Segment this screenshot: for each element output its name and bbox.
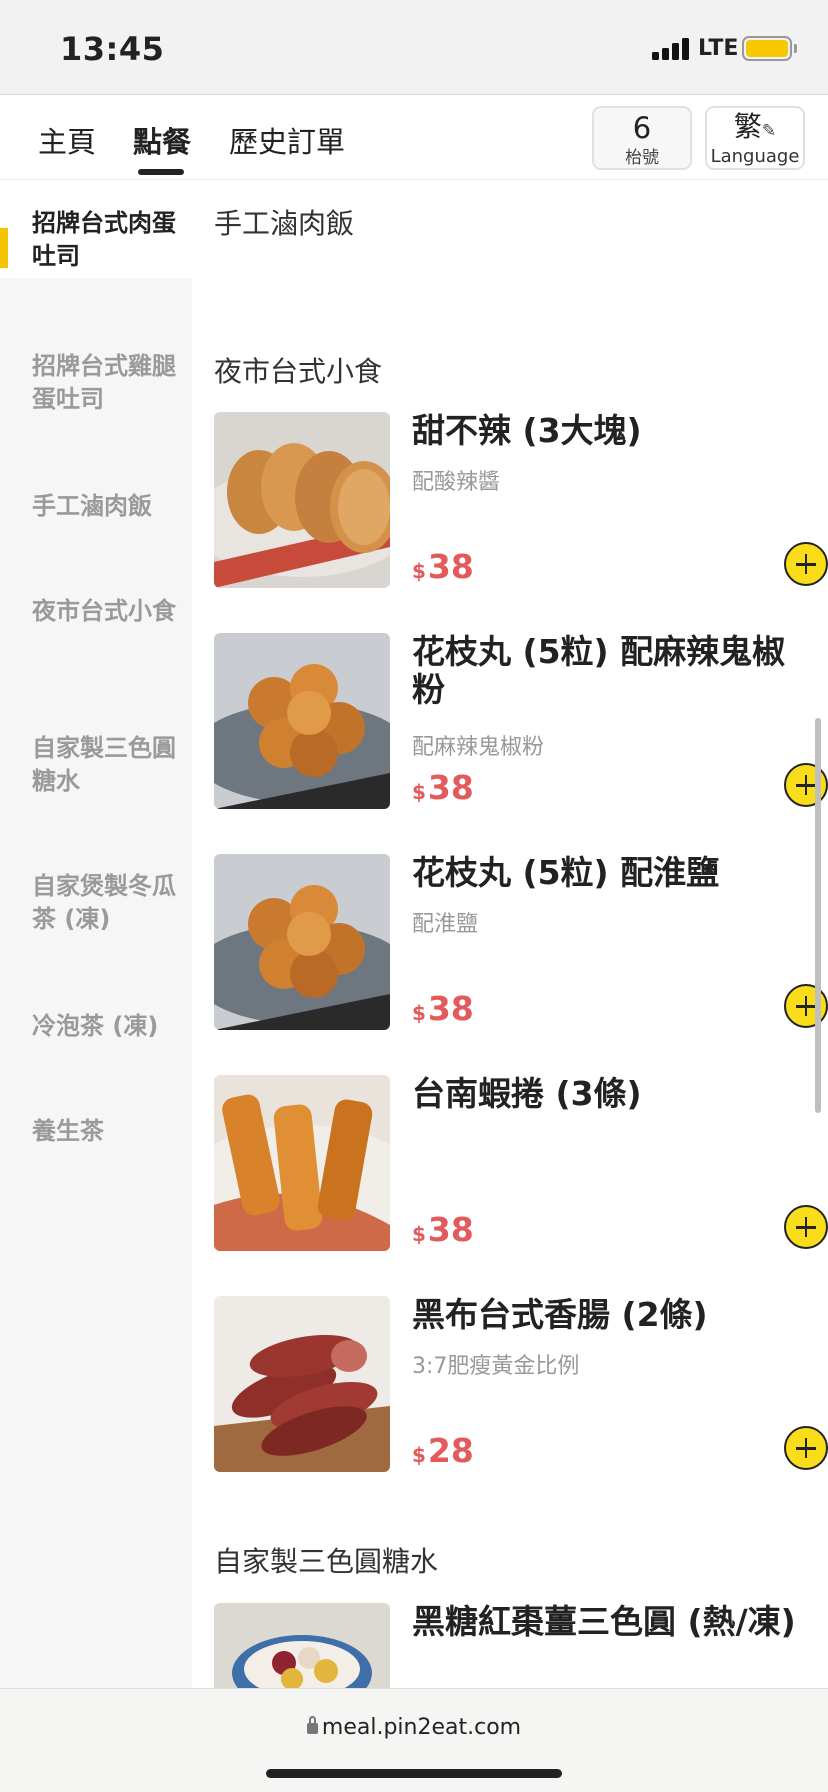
currency: $: [412, 559, 426, 583]
item-price: $28: [412, 1431, 474, 1470]
add-to-cart-button[interactable]: [784, 984, 828, 1028]
sidebar-item-label: 手工滷肉飯: [32, 492, 152, 520]
food-image: [214, 1603, 390, 1688]
sidebar-item-label: 招牌台式雞腿蛋吐司: [32, 352, 176, 413]
price-value: 38: [427, 1210, 474, 1249]
menu-item[interactable]: 黑布台式香腸 (2條) 3:7肥瘦黃金比例 $28: [214, 1295, 828, 1472]
food-image: [214, 1296, 390, 1472]
menu-item[interactable]: 黑糖紅棗薑三色圓 (熱/凍): [214, 1603, 814, 1688]
currency: $: [412, 1001, 426, 1025]
item-description: 配淮鹽: [412, 912, 479, 937]
item-name: 花枝丸 (5粒) 配淮鹽: [412, 853, 720, 892]
sidebar-item-night-market-snacks[interactable]: 夜市台式小食: [0, 595, 192, 628]
lock-icon: [306, 1716, 318, 1734]
item-description: 配酸辣醬: [412, 470, 501, 495]
tab-home[interactable]: 主頁: [38, 119, 96, 161]
language-label: Language: [710, 146, 800, 167]
sidebar-item-signature-pork-egg-toast[interactable]: 招牌台式肉蛋吐司: [0, 180, 192, 278]
item-description: 配麻辣鬼椒粉: [412, 735, 545, 760]
sidebar-item-tricolor-dessert[interactable]: 自家製三色圓糖水: [0, 732, 192, 798]
item-price: $38: [412, 547, 474, 586]
currency: $: [412, 780, 426, 804]
item-price: $38: [412, 1210, 474, 1249]
currency: $: [412, 1222, 426, 1246]
battery-tip: [794, 44, 797, 53]
language-char: 繁: [733, 110, 762, 143]
add-to-cart-button[interactable]: [784, 1426, 828, 1470]
battery-icon: [742, 36, 792, 61]
food-image: [214, 854, 390, 1030]
sidebar-item-health-tea[interactable]: 養生茶: [0, 1115, 192, 1148]
pencil-icon: ✎: [761, 121, 777, 141]
food-image: [214, 412, 390, 588]
item-price: $38: [412, 768, 474, 807]
sidebar-item-braised-pork-rice[interactable]: 手工滷肉飯: [0, 490, 192, 523]
table-number: 6: [632, 111, 652, 145]
sidebar-item-chicken-leg-egg-toast[interactable]: 招牌台式雞腿蛋吐司: [0, 350, 192, 416]
category-sidebar: 招牌台式肉蛋吐司 招牌台式雞腿蛋吐司 手工滷肉飯 夜市台式小食 自家製三色圓糖水…: [0, 180, 192, 1688]
sidebar-item-cold-brew-tea[interactable]: 冷泡茶 (凍): [0, 1010, 192, 1043]
currency: $: [412, 1443, 426, 1467]
sidebar-item-label: 夜市台式小食: [32, 597, 176, 625]
sidebar-item-label: 冷泡茶 (凍): [32, 1012, 159, 1040]
food-image: [214, 1075, 390, 1251]
add-to-cart-button[interactable]: [784, 542, 828, 586]
url-field[interactable]: meal.pin2eat.com: [0, 1715, 828, 1740]
section-title: 自家製三色圓糖水: [214, 1545, 439, 1578]
sidebar-item-label: 自家製三色圓糖水: [32, 734, 176, 795]
status-time: 13:45: [60, 30, 165, 68]
add-to-cart-button[interactable]: [784, 763, 828, 807]
network-type: LTE: [698, 36, 739, 61]
sidebar-item-winter-melon-tea[interactable]: 自家煲製冬瓜茶 (凍): [0, 870, 192, 936]
scrollbar[interactable]: [815, 718, 821, 1113]
item-description: 3:7肥瘦黃金比例: [412, 1354, 580, 1379]
menu-list: 手工滷肉飯 夜市台式小食 甜不辣 (3大塊) 配酸辣醬 $38 花枝丸 (5粒)…: [192, 180, 828, 1688]
menu-item[interactable]: 花枝丸 (5粒) 配淮鹽 配淮鹽 $38: [214, 853, 828, 1030]
section-title: 手工滷肉飯: [214, 207, 355, 240]
home-indicator[interactable]: [266, 1769, 562, 1778]
price-value: 38: [427, 768, 474, 807]
status-bar: 13:45 LTE: [0, 0, 828, 95]
sidebar-item-label: 養生茶: [32, 1117, 104, 1145]
language-button[interactable]: 繁✎ Language: [705, 106, 805, 170]
item-name: 甜不辣 (3大塊): [412, 411, 642, 450]
item-name: 黑布台式香腸 (2條): [412, 1295, 708, 1334]
menu-item[interactable]: 甜不辣 (3大塊) 配酸辣醬 $38: [214, 411, 828, 588]
tab-order[interactable]: 點餐: [133, 119, 191, 161]
section-title: 夜市台式小食: [214, 355, 383, 388]
item-name: 花枝丸 (5粒) 配麻辣鬼椒粉: [412, 632, 786, 709]
food-image: [214, 633, 390, 809]
add-to-cart-button[interactable]: [784, 1205, 828, 1249]
menu-item[interactable]: 台南蝦捲 (3條) $38: [214, 1074, 828, 1251]
top-nav: 主頁 點餐 歷史訂單 6 枱號 繁✎ Language: [0, 95, 828, 180]
table-number-button[interactable]: 6 枱號: [592, 106, 692, 170]
item-name: 黑糖紅棗薑三色圓 (熱/凍): [412, 1602, 796, 1641]
sidebar-item-label: 自家煲製冬瓜茶 (凍): [32, 872, 176, 933]
url-text: meal.pin2eat.com: [321, 1715, 522, 1740]
menu-item[interactable]: 花枝丸 (5粒) 配麻辣鬼椒粉 配麻辣鬼椒粉 $38: [214, 632, 828, 809]
price-value: 38: [427, 547, 474, 586]
cellular-signal-icon: [652, 36, 692, 60]
active-tab-indicator: [138, 169, 184, 175]
price-value: 28: [427, 1431, 474, 1470]
price-value: 38: [427, 989, 474, 1028]
browser-url-bar: meal.pin2eat.com: [0, 1688, 828, 1792]
table-label: 枱號: [625, 148, 659, 168]
tab-order-history[interactable]: 歷史訂單: [229, 119, 345, 161]
item-name: 台南蝦捲 (3條): [412, 1074, 642, 1113]
item-price: $38: [412, 989, 474, 1028]
active-category-marker: [0, 228, 8, 268]
sidebar-item-label: 招牌台式肉蛋吐司: [32, 209, 176, 270]
